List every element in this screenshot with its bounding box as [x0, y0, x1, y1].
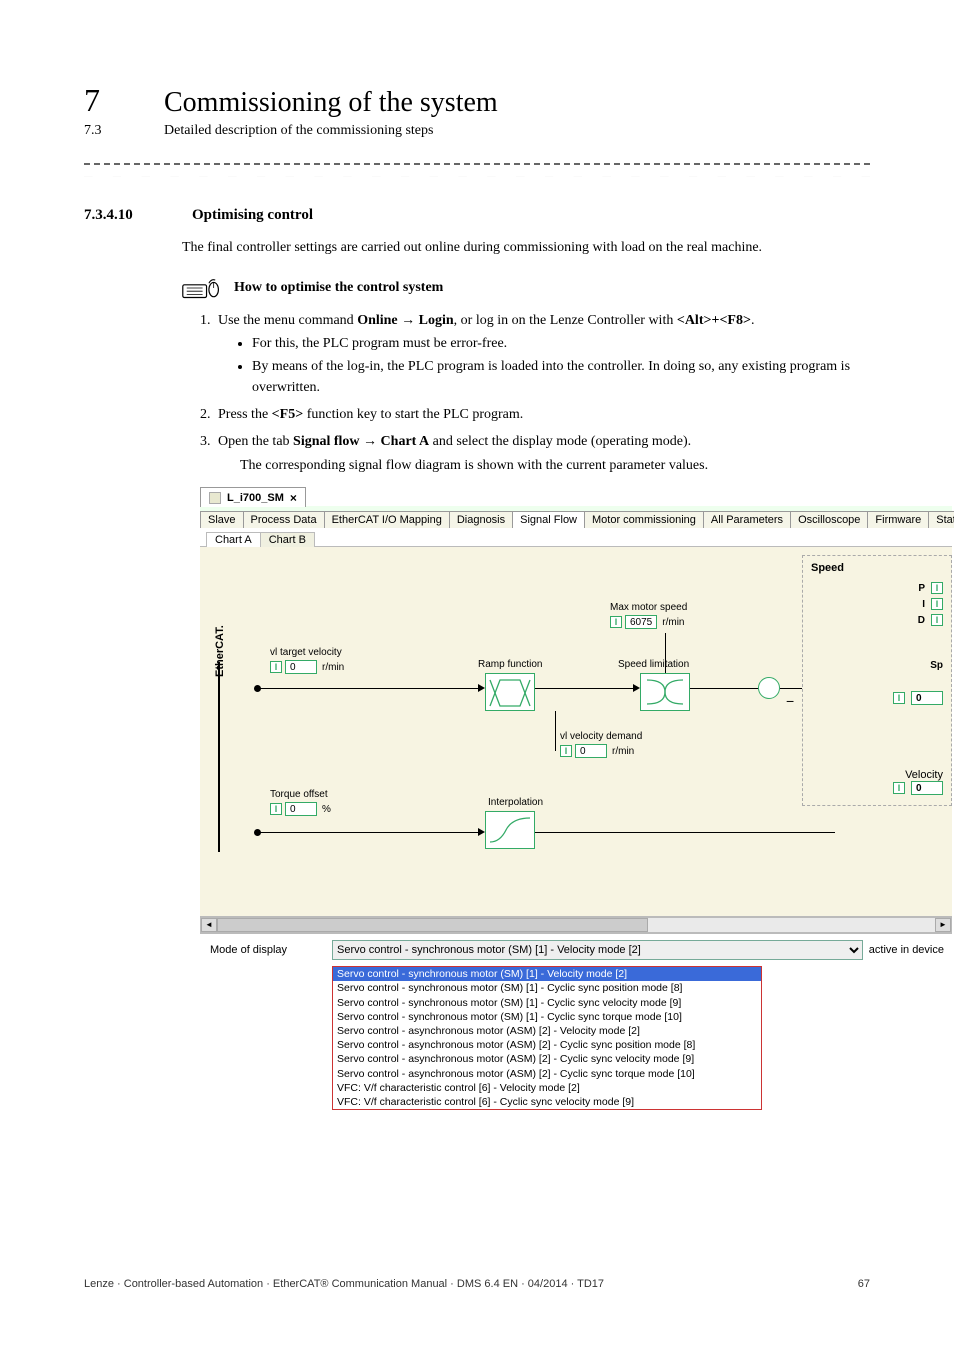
max-speed-value[interactable]: 6075 [625, 615, 657, 629]
main-tab-diagnosis[interactable]: Diagnosis [449, 511, 513, 528]
ramp-plot[interactable] [485, 673, 535, 711]
signal-flow-diagram[interactable]: EtherCAT. vl target velocity I0r/min Ram… [200, 547, 952, 917]
close-icon[interactable]: × [290, 491, 297, 505]
vl-demand-value[interactable]: 0 [575, 744, 607, 758]
document-tab[interactable]: L_i700_SM × [200, 487, 306, 507]
speed-panel-title: Speed [811, 562, 943, 574]
node-speed-limitation: Speed limitation [618, 659, 689, 672]
step-1: Use the menu command Online → Login, or … [214, 310, 870, 398]
footer-text: Lenze · Controller-based Automation · Et… [84, 1278, 604, 1290]
mouse-keyboard-icon [182, 276, 220, 300]
mode-option[interactable]: VFC: V/f characteristic control [6] - Ve… [333, 1081, 761, 1095]
summing-junction [758, 677, 780, 699]
step-1-bullet-2: By means of the log-in, the PLC program … [252, 356, 870, 398]
d-gain-button[interactable]: I [931, 614, 943, 626]
main-tabstrip: SlaveProcess DataEtherCAT I/O MappingDia… [200, 506, 952, 528]
signal-flow-screenshot: L_i700_SM × SlaveProcess DataEtherCAT I/… [200, 486, 952, 1110]
node-vl-velocity-demand: vl velocity demand I0r/min [560, 731, 642, 758]
speed-low-value[interactable]: 0 [911, 691, 943, 705]
main-tab-motor-commissioning[interactable]: Motor commissioning [584, 511, 704, 528]
mode-of-display-select[interactable]: Servo control - synchronous motor (SM) [… [332, 940, 863, 960]
main-tab-firmware[interactable]: Firmware [867, 511, 929, 528]
mode-option[interactable]: Servo control - asynchronous motor (ASM)… [333, 1038, 761, 1052]
speed-controller-panel: Speed PI II DI Sp I0 Velocity I0 [802, 555, 952, 806]
chapter-number: 7 [84, 82, 104, 119]
vl-target-value[interactable]: 0 [285, 660, 317, 674]
mode-option[interactable]: Servo control - asynchronous motor (ASM)… [333, 1024, 761, 1038]
chart-tab-chart-b[interactable]: Chart B [260, 532, 315, 547]
subsection-title: Optimising control [192, 207, 313, 224]
divider: _ _ _ _ _ _ _ _ _ _ _ _ _ _ _ _ _ _ _ _ … [84, 163, 870, 177]
active-in-device-label: active in device [869, 944, 946, 956]
horizontal-scrollbar[interactable]: ◄ ► [200, 917, 952, 933]
main-tab-signal-flow[interactable]: Signal Flow [512, 511, 585, 528]
section-number: 7.3 [84, 123, 104, 139]
mode-option[interactable]: Servo control - synchronous motor (SM) [… [333, 1010, 761, 1024]
main-tab-oscilloscope[interactable]: Oscilloscope [790, 511, 868, 528]
i-gain-button[interactable]: I [931, 598, 943, 610]
node-torque-offset: Torque offset I0% [270, 789, 331, 816]
velocity-value[interactable]: 0 [911, 781, 943, 795]
intro-paragraph: The final controller settings are carrie… [182, 238, 870, 258]
mode-option[interactable]: VFC: V/f characteristic control [6] - Cy… [333, 1095, 761, 1109]
velocity-label: Velocity [811, 769, 943, 781]
ethercat-label: EtherCAT. [214, 626, 226, 678]
node-max-motor-speed: Max motor speed I6075r/min [610, 602, 687, 629]
step-3-note: The corresponding signal flow diagram is… [240, 458, 870, 474]
chapter-title: Commissioning of the system [164, 87, 498, 119]
node-interpolation: Interpolation [488, 797, 543, 810]
document-icon [209, 492, 221, 504]
step-1-bullet-1: For this, the PLC program must be error-… [252, 333, 870, 354]
mode-dropdown-list[interactable]: Servo control - synchronous motor (SM) [… [332, 966, 762, 1110]
main-tab-ethercat-i-o-mapping[interactable]: EtherCAT I/O Mapping [324, 511, 450, 528]
node-vl-target-velocity: vl target velocity I0r/min [270, 647, 344, 674]
mode-option[interactable]: Servo control - synchronous motor (SM) [… [333, 967, 761, 981]
chart-tabstrip: Chart AChart B [200, 528, 952, 547]
speed-lim-plot[interactable] [640, 673, 690, 711]
chart-tab-chart-a[interactable]: Chart A [206, 532, 261, 547]
mode-option[interactable]: Servo control - asynchronous motor (ASM)… [333, 1067, 761, 1081]
torque-offset-value[interactable]: 0 [285, 802, 317, 816]
mode-option[interactable]: Servo control - asynchronous motor (ASM)… [333, 1052, 761, 1066]
main-tab-slave[interactable]: Slave [200, 511, 244, 528]
main-tab-all-parameters[interactable]: All Parameters [703, 511, 791, 528]
node-ramp-function: Ramp function [478, 659, 542, 672]
mode-option[interactable]: Servo control - synchronous motor (SM) [… [333, 996, 761, 1010]
scroll-left-icon[interactable]: ◄ [201, 918, 217, 932]
howto-title: How to optimise the control system [234, 280, 443, 296]
interpolation-plot[interactable] [485, 811, 535, 849]
step-2: Press the <F5> function key to start the… [214, 404, 870, 425]
step-3: Open the tab Signal flow → Chart A and s… [214, 431, 870, 452]
main-tab-process-data[interactable]: Process Data [243, 511, 325, 528]
mode-of-display-label: Mode of display [206, 944, 326, 956]
mode-option[interactable]: Servo control - synchronous motor (SM) [… [333, 981, 761, 995]
p-gain-button[interactable]: I [931, 582, 943, 594]
scroll-right-icon[interactable]: ► [935, 918, 951, 932]
page-number: 67 [858, 1278, 870, 1290]
section-title: Detailed description of the commissionin… [164, 123, 433, 139]
subsection-number: 7.3.4.10 [84, 207, 152, 224]
document-tab-label: L_i700_SM [227, 492, 284, 504]
main-tab-stat[interactable]: Stat [928, 511, 954, 528]
